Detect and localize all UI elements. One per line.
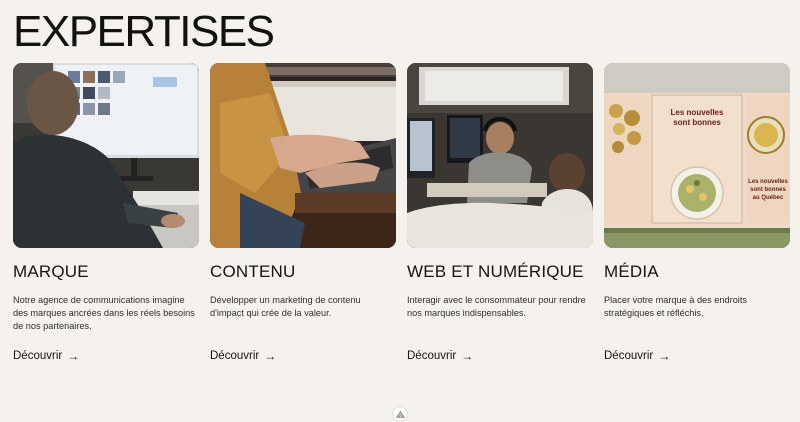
arrow-right-icon: → [658,349,671,363]
photo-office-workers [407,63,593,248]
card-image-marque[interactable] [13,63,199,248]
poster-side-line-2: sont bonnes [750,187,786,193]
arrow-right-icon: → [461,349,474,363]
link-label: Découvrir [407,350,457,362]
arrow-right-icon: → [264,349,277,363]
decouvrir-link-marque[interactable]: Découvrir → [13,350,79,362]
link-label: Découvrir [210,350,260,362]
logo-icon [395,410,405,418]
card-description-marque: Notre agence de communications imagine d… [13,295,195,331]
expertise-cards: MARQUE Notre agence de communications im… [13,63,790,364]
decouvrir-link-contenu[interactable]: Découvrir → [210,350,276,362]
card-description-web: Interagir avec le consommateur pour rend… [407,295,586,318]
photo-laptop-typing [210,63,396,248]
card-title-web: WEB ET NUMÉRIQUE [407,262,584,281]
card-media: Les nouvelles sont bonnes Les nouvelles … [604,63,790,364]
arrow-right-icon: → [67,349,80,363]
page-title: EXPERTISES [13,7,275,56]
card-image-web[interactable] [407,63,593,248]
card-contenu: CONTENU Développer un marketing de conte… [210,63,396,364]
photo-billboards: Les nouvelles sont bonnes Les nouvelles … [604,63,790,248]
card-title-marque: MARQUE [13,262,89,281]
poster-side-line-3: au Québec [753,195,784,201]
scroll-badge[interactable] [392,406,408,422]
card-title-contenu: CONTENU [210,262,296,281]
card-marque: MARQUE Notre agence de communications im… [13,63,199,364]
card-description-contenu: Développer un marketing de contenu d'imp… [210,295,361,318]
card-image-media[interactable]: Les nouvelles sont bonnes Les nouvelles … [604,63,790,248]
card-title-media: MÉDIA [604,262,659,281]
decouvrir-link-web[interactable]: Découvrir → [407,350,473,362]
photo-monitor-worker [13,63,199,248]
card-description-media: Placer votre marque à des endroits strat… [604,295,747,318]
decouvrir-link-media[interactable]: Découvrir → [604,350,670,362]
card-image-contenu[interactable] [210,63,396,248]
poster-side-line-1: Les nouvelles [748,179,788,185]
poster-line-1: Les nouvelles [671,108,724,117]
link-label: Découvrir [13,350,63,362]
poster-line-2: sont bonnes [673,118,721,127]
card-web-numerique: WEB ET NUMÉRIQUE Interagir avec le conso… [407,63,593,364]
link-label: Découvrir [604,350,654,362]
